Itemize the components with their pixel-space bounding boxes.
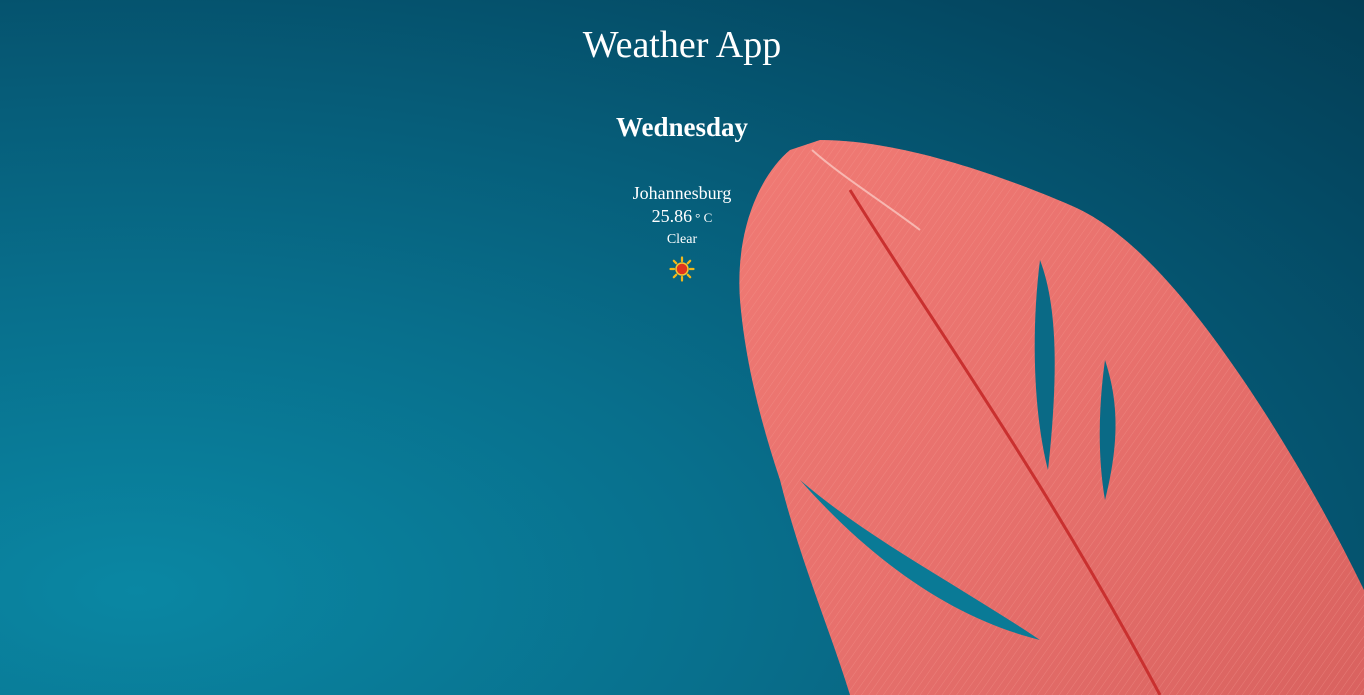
city-name: Johannesburg xyxy=(632,183,732,203)
temperature-value: 25.86 xyxy=(651,206,693,226)
temperature-row: 25.86 ° C xyxy=(633,204,732,230)
weather-card: Johannesburg 25.86 ° C Clear xyxy=(632,182,732,282)
weather-app-container: Weather App Wednesday Johannesburg 25.86… xyxy=(0,0,1364,282)
sun-icon xyxy=(669,256,695,282)
app-title: Weather App xyxy=(582,24,782,66)
temperature-unit: ° C xyxy=(695,210,713,225)
weather-condition: Clear xyxy=(666,232,698,247)
day-heading: Wednesday xyxy=(615,112,749,142)
